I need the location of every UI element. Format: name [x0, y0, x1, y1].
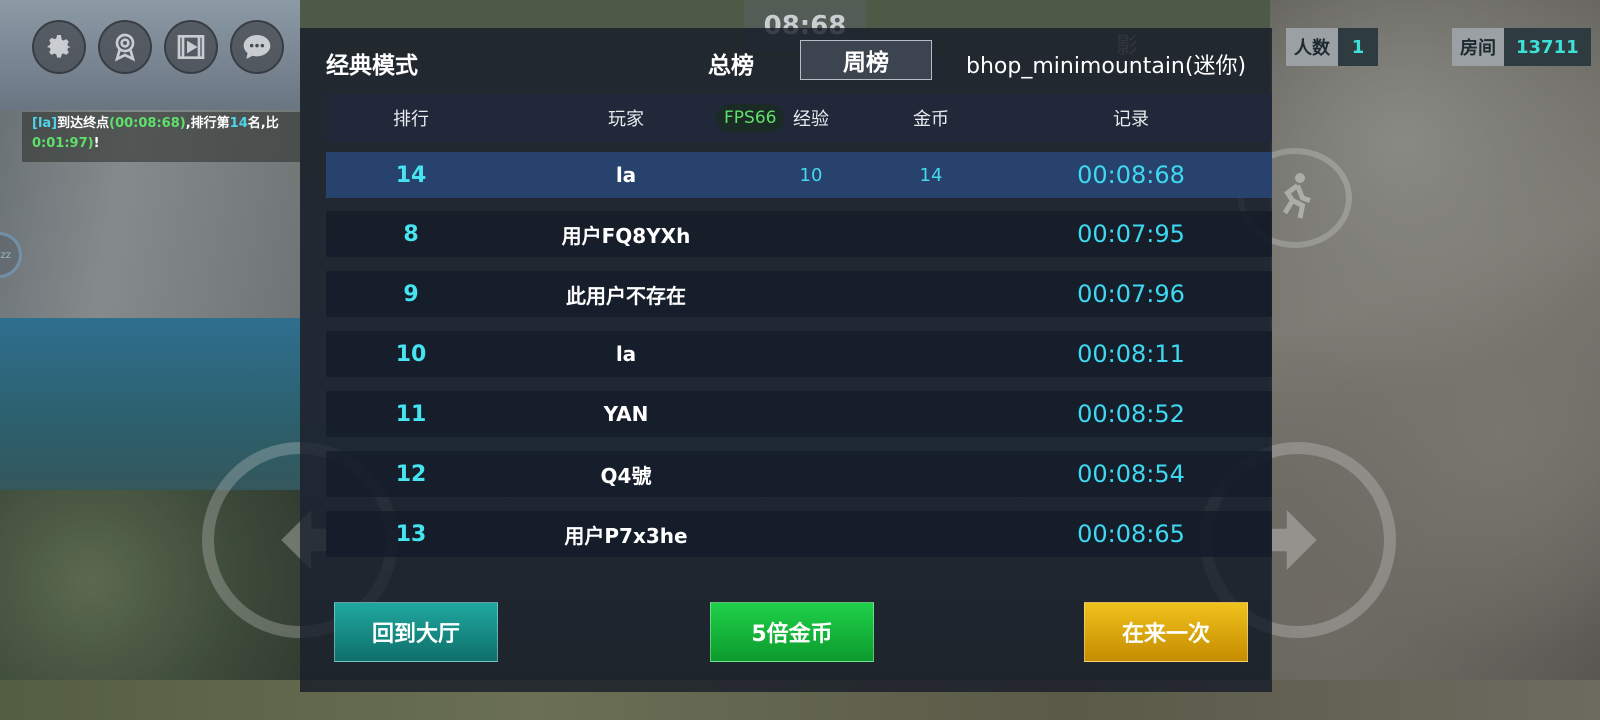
chat-text: 名,比: [247, 116, 279, 131]
row-player: la: [615, 342, 637, 366]
header-coin: 金币: [913, 109, 949, 130]
play-again-button[interactable]: 在来一次: [1084, 602, 1248, 662]
row-rank: 10: [395, 341, 427, 367]
table-row: 14 la 10 14 00:08:68: [326, 152, 1272, 198]
row-rank: 13: [395, 521, 427, 547]
row-record: 00:07:96: [1077, 280, 1185, 308]
row-player: 用户FQ8YXh: [561, 223, 691, 248]
row-record: 00:08:52: [1077, 400, 1185, 428]
table-row: 13 用户P7x3he 00:08:65: [326, 511, 1272, 557]
row-record: 00:08:65: [1077, 520, 1185, 548]
five-times-coins-button[interactable]: 5倍金币: [710, 602, 874, 662]
row-rank: 12: [395, 461, 427, 487]
chat-diff: 0:01:97): [32, 136, 94, 151]
row-record: 00:07:95: [1077, 220, 1185, 248]
header-rank: 排行: [393, 109, 429, 130]
room-id: 房间 13711: [1452, 28, 1591, 66]
row-record: 00:08:11: [1077, 340, 1185, 368]
row-coin: 14: [919, 164, 943, 186]
row-player: 用户P7x3he: [564, 523, 688, 548]
back-to-lobby-button[interactable]: 回到大厅: [334, 602, 498, 662]
header-record: 记录: [1113, 109, 1149, 130]
panel-header: 经典模式 总榜 周榜 bhop_minimountain(迷你): [300, 28, 1272, 94]
row-rank: 9: [403, 281, 419, 307]
row-player: Q4號: [600, 463, 652, 488]
map-name: bhop_minimountain(迷你): [966, 54, 1247, 79]
chat-text: ,排行第: [185, 116, 230, 131]
table-row: 11 YAN 00:08:52: [326, 391, 1272, 437]
row-record: 00:08:54: [1077, 460, 1185, 488]
players-count: 人数 1: [1286, 28, 1378, 66]
header-exp: 经验: [793, 109, 829, 130]
row-player: la: [615, 163, 637, 187]
row-rank: 11: [395, 401, 427, 427]
header-player: 玩家: [608, 109, 644, 130]
hud-toolbar: [32, 20, 284, 74]
chat-text: 到达终点: [57, 116, 110, 131]
row-rank: 14: [395, 162, 427, 188]
players-label: 人数: [1286, 28, 1338, 66]
row-player: 此用户不存在: [566, 283, 686, 308]
row-exp: [766, 211, 856, 257]
tab-week[interactable]: 周榜: [800, 40, 932, 80]
row-exp: 10: [799, 164, 823, 186]
table-row: 10 la 00:08:11: [326, 331, 1272, 377]
chat-player: [la]: [32, 116, 58, 131]
row-exp: [766, 331, 856, 377]
row-coin: [886, 271, 976, 317]
video-icon[interactable]: [164, 20, 218, 74]
row-player: YAN: [603, 402, 649, 426]
row-record: 00:08:68: [1077, 161, 1185, 189]
gear-icon[interactable]: [32, 20, 86, 74]
chat-rank: 14: [229, 116, 248, 131]
runner-icon: [1282, 173, 1311, 219]
chat-text: !: [93, 136, 100, 151]
table-header: 排行 玩家 FPS66 经验 金币 记录: [326, 94, 1272, 142]
table-row: 9 此用户不存在 00:07:96: [326, 271, 1272, 317]
players-value: 1: [1338, 28, 1378, 66]
chat-icon[interactable]: [230, 20, 284, 74]
leaderboard-panel: 经典模式 总榜 周榜 bhop_minimountain(迷你) 排行 玩家 F…: [300, 28, 1272, 692]
room-value: 13711: [1504, 28, 1591, 66]
mode-title: 经典模式: [326, 53, 418, 79]
room-label: 房间: [1452, 28, 1504, 66]
row-exp: [766, 451, 856, 497]
chat-log: [la]到达终点(00:08:68),排行第14名,比 0:01:97)!: [22, 112, 300, 162]
row-coin: [886, 391, 976, 437]
tab-total[interactable]: 总榜: [708, 46, 754, 80]
chat-time: (00:08:68): [109, 116, 186, 131]
table-row: 12 Q4號 00:08:54: [326, 451, 1272, 497]
award-icon[interactable]: [98, 20, 152, 74]
table-row: 8 用户FQ8YXh 00:07:95: [326, 211, 1272, 257]
row-rank: 8: [403, 221, 419, 247]
row-coin: [886, 211, 976, 257]
row-coin: [886, 511, 976, 557]
row-coin: [886, 451, 976, 497]
row-coin: [886, 331, 976, 377]
row-exp: [766, 391, 856, 437]
row-exp: [766, 271, 856, 317]
row-exp: [766, 511, 856, 557]
